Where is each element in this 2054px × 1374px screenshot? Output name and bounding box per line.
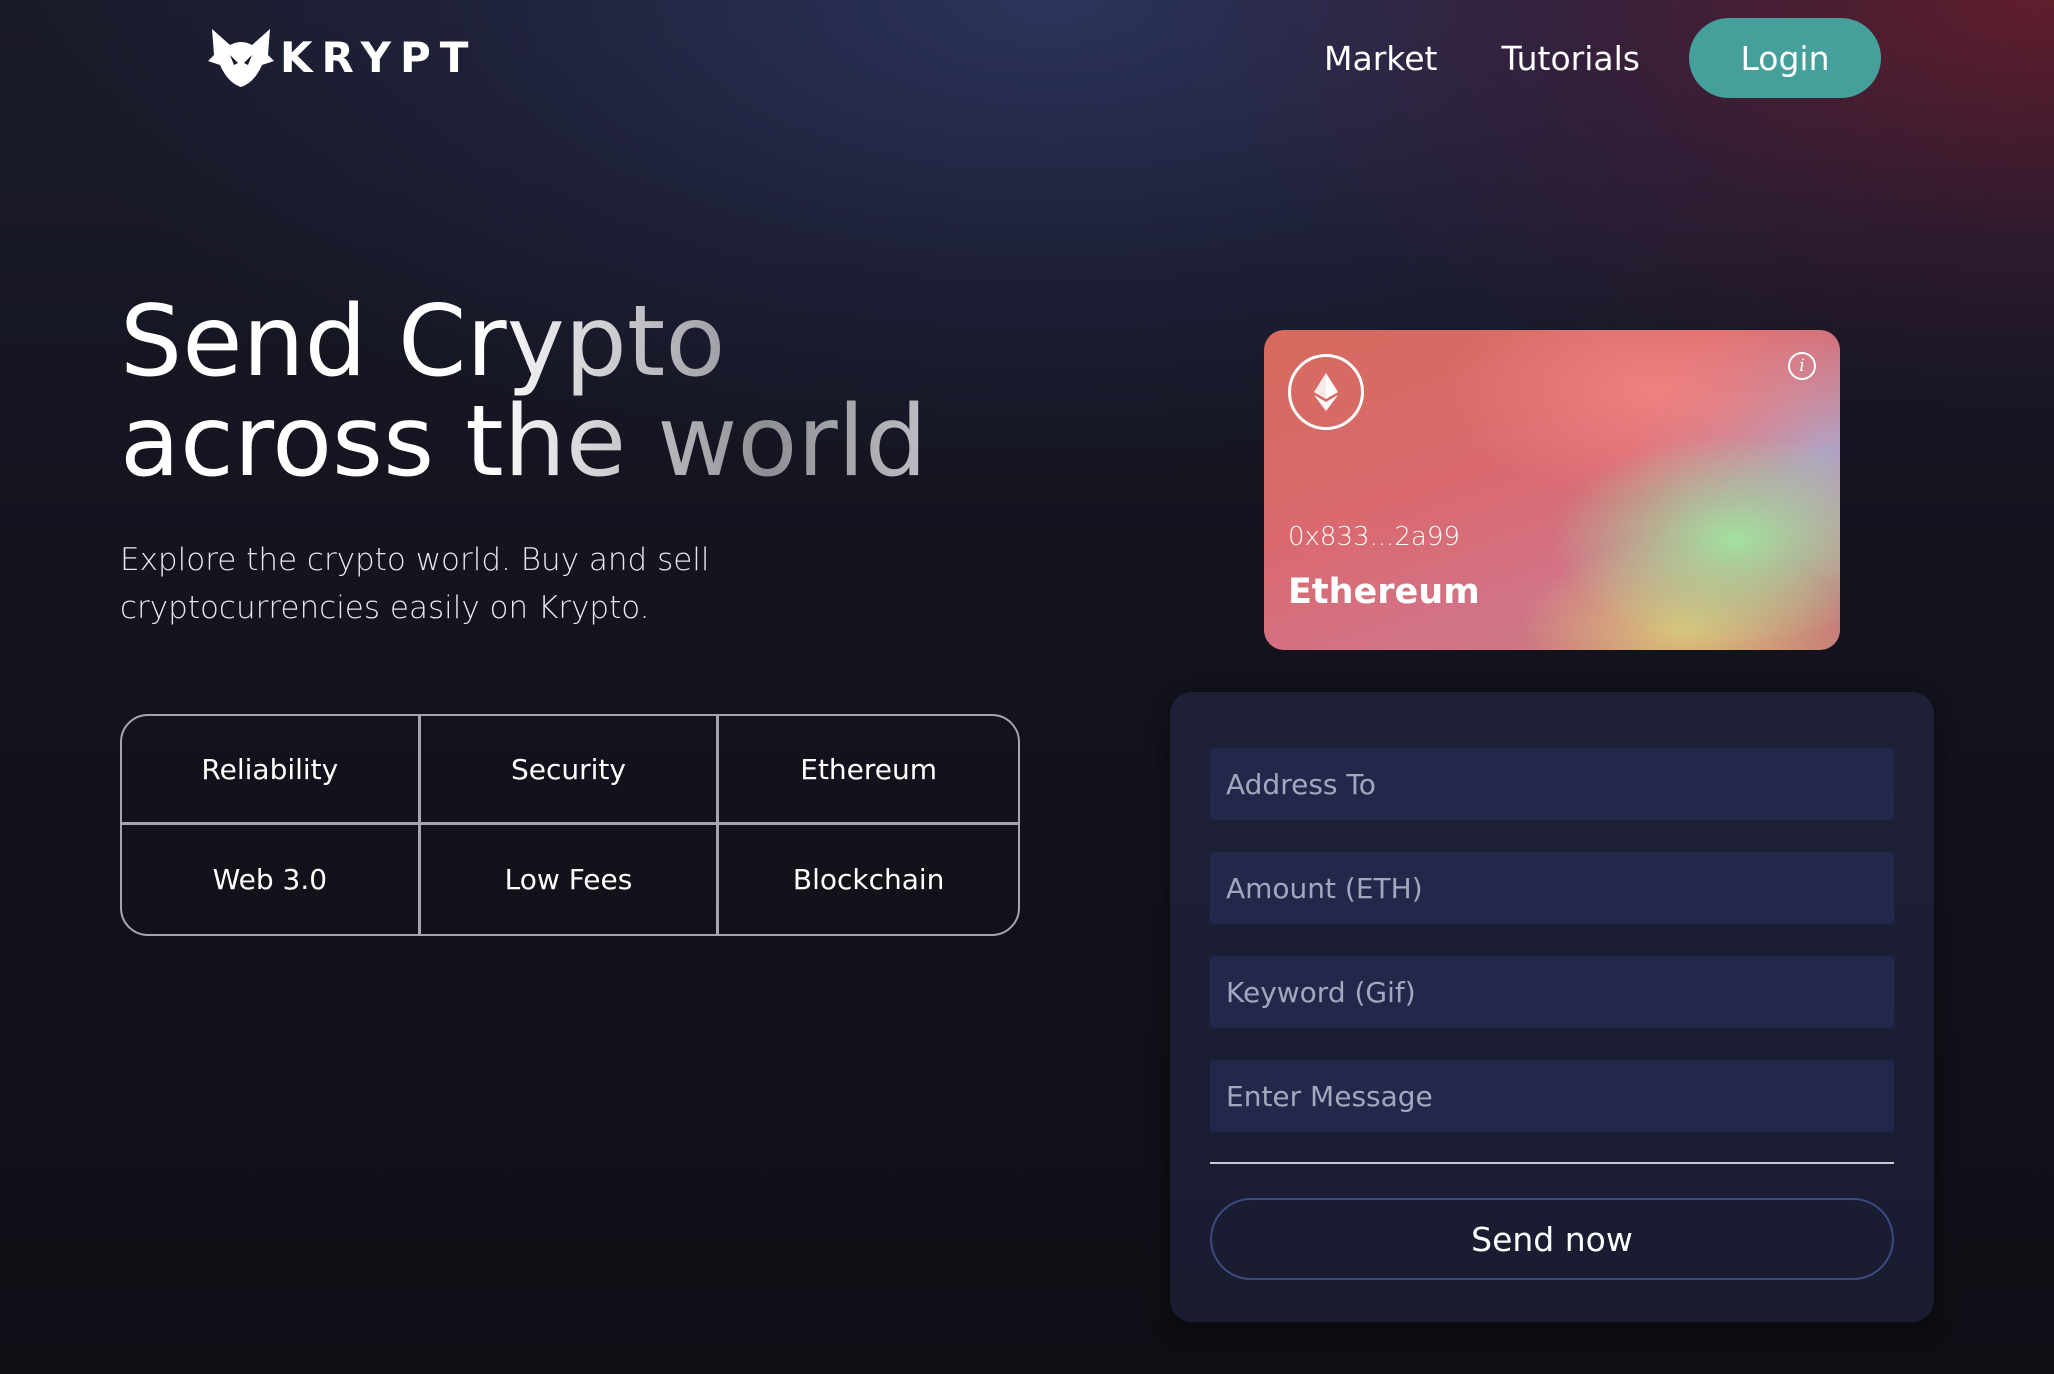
hero-title-line2: across the world xyxy=(120,385,928,499)
feature-blockchain: Blockchain xyxy=(792,863,945,896)
wallet-card: i 0x833...2a99 Ethereum xyxy=(1264,330,1840,650)
message-input[interactable] xyxy=(1210,1060,1894,1132)
address-to-input[interactable] xyxy=(1210,748,1894,820)
feature-ethereum: Ethereum xyxy=(719,716,1018,825)
feature-security: Security xyxy=(420,716,720,825)
form-divider xyxy=(1210,1162,1894,1164)
hero-title-line1: Send Crypto xyxy=(120,285,726,399)
info-icon[interactable]: i xyxy=(1788,352,1816,380)
hero-title: Send Crypto across the world xyxy=(120,292,927,492)
fox-logo-icon xyxy=(208,29,274,87)
keyword-input[interactable] xyxy=(1210,956,1894,1028)
logo-text: KRYPT xyxy=(280,32,478,82)
amount-input[interactable] xyxy=(1210,852,1894,924)
login-button[interactable]: Login xyxy=(1689,18,1881,98)
top-navbar: KRYPT Market Tutorials Login xyxy=(0,0,2054,118)
features-grid: Reliability Security Ethereum Web 3.0 Lo… xyxy=(120,714,1020,936)
ethereum-icon xyxy=(1314,373,1338,411)
logo[interactable]: KRYPT xyxy=(208,22,477,92)
nav-links: Market Tutorials xyxy=(1324,18,1704,98)
nav-link-tutorials[interactable]: Tutorials xyxy=(1501,39,1640,78)
hero-subtitle: Explore the crypto world. Buy and sell c… xyxy=(120,542,710,626)
wallet-address: 0x833...2a99 xyxy=(1288,522,1460,552)
send-form: Send now xyxy=(1170,692,1934,1322)
send-now-button[interactable]: Send now xyxy=(1210,1198,1894,1280)
ethereum-icon-badge xyxy=(1288,354,1364,430)
feature-low-fees: Low Fees xyxy=(421,825,720,934)
nav-link-market[interactable]: Market xyxy=(1324,39,1437,78)
wallet-network: Ethereum xyxy=(1288,572,1480,612)
feature-reliability: Reliability xyxy=(122,716,421,825)
feature-web3: Web 3.0 xyxy=(122,825,421,934)
